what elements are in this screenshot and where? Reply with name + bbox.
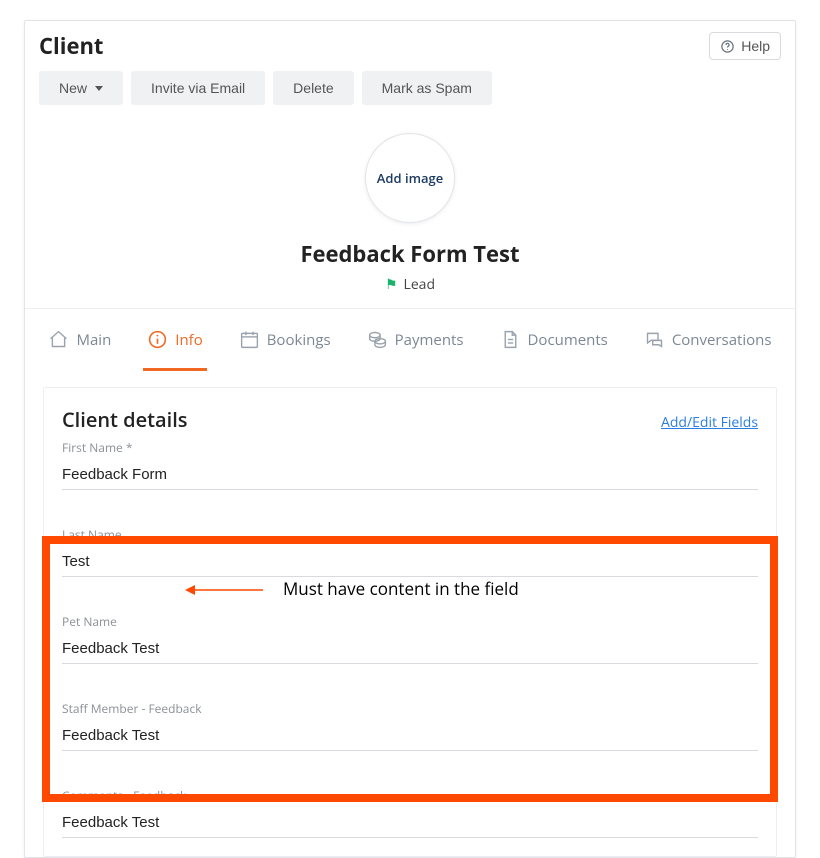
flag-icon: ⚑ bbox=[385, 275, 398, 294]
client-details-heading: Client details bbox=[62, 406, 188, 433]
first-name-field[interactable] bbox=[62, 462, 758, 490]
first-name-field-group: First Name * bbox=[62, 439, 758, 490]
page-title: Client bbox=[39, 31, 103, 61]
status-label: Lead bbox=[404, 275, 436, 294]
add-image-button[interactable]: Add image bbox=[365, 133, 455, 223]
comments-field-group: Comments - Feedback bbox=[62, 787, 758, 838]
tab-bookings[interactable]: Bookings bbox=[235, 323, 335, 371]
chat-icon bbox=[644, 329, 665, 350]
add-edit-fields-link[interactable]: Add/Edit Fields bbox=[661, 413, 758, 432]
mark-spam-button[interactable]: Mark as Spam bbox=[362, 71, 492, 105]
new-button[interactable]: New bbox=[39, 71, 123, 105]
profile-section: Add image Feedback Form Test ⚑ Lead bbox=[25, 123, 795, 309]
last-name-field[interactable] bbox=[62, 549, 758, 577]
toolbar: New Invite via Email Delete Mark as Spam bbox=[25, 61, 795, 119]
last-name-label: Last Name bbox=[62, 526, 758, 543]
help-icon bbox=[720, 39, 735, 54]
pet-name-field[interactable] bbox=[62, 636, 758, 664]
first-name-label: First Name * bbox=[62, 439, 758, 456]
comments-label: Comments - Feedback bbox=[62, 787, 758, 804]
staff-member-label: Staff Member - Feedback bbox=[62, 700, 758, 717]
annotation-arrow-icon bbox=[185, 584, 265, 596]
pet-name-field-group: Pet Name bbox=[62, 613, 758, 664]
tab-bookings-label: Bookings bbox=[267, 330, 331, 350]
coins-icon bbox=[367, 329, 388, 350]
tab-documents-label: Documents bbox=[528, 330, 608, 350]
home-icon bbox=[48, 329, 69, 350]
client-status: ⚑ Lead bbox=[385, 275, 435, 294]
tab-main[interactable]: Main bbox=[44, 323, 115, 371]
tab-documents[interactable]: Documents bbox=[496, 323, 612, 371]
client-name: Feedback Form Test bbox=[25, 239, 795, 269]
help-label: Help bbox=[741, 38, 770, 54]
staff-member-field[interactable] bbox=[62, 723, 758, 751]
document-icon bbox=[500, 329, 521, 350]
invite-email-button[interactable]: Invite via Email bbox=[131, 71, 265, 105]
calendar-icon bbox=[239, 329, 260, 350]
help-button[interactable]: Help bbox=[709, 32, 781, 60]
annotation-text: Must have content in the field bbox=[283, 577, 519, 600]
tab-main-label: Main bbox=[76, 330, 111, 350]
delete-button[interactable]: Delete bbox=[273, 71, 353, 105]
tabs: Main Info Bookings Payments bbox=[25, 309, 795, 371]
pet-name-label: Pet Name bbox=[62, 613, 758, 630]
tab-info-label: Info bbox=[175, 330, 202, 350]
comments-field[interactable] bbox=[62, 810, 758, 838]
staff-member-field-group: Staff Member - Feedback bbox=[62, 700, 758, 751]
tab-payments-label: Payments bbox=[395, 330, 464, 350]
tab-payments[interactable]: Payments bbox=[363, 323, 468, 371]
tab-info[interactable]: Info bbox=[143, 323, 206, 371]
tab-conversations[interactable]: Conversations bbox=[640, 323, 776, 371]
client-details-panel: Client details Add/Edit Fields First Nam… bbox=[43, 387, 777, 857]
tab-conversations-label: Conversations bbox=[672, 330, 772, 350]
info-icon bbox=[147, 329, 168, 350]
caret-down-icon bbox=[95, 86, 103, 91]
last-name-field-group: Last Name bbox=[62, 526, 758, 577]
new-label: New bbox=[59, 80, 87, 96]
